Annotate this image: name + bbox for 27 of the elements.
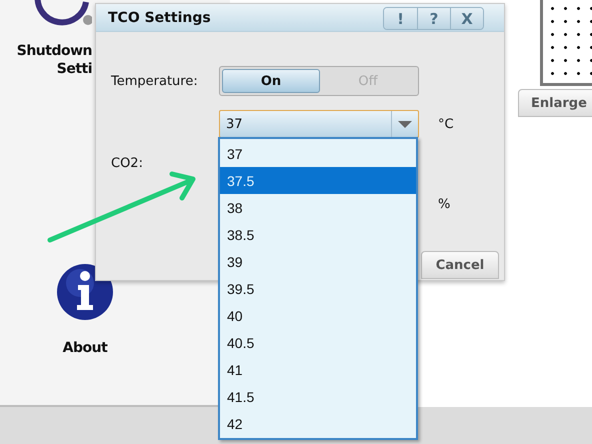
co2-label: CO2: <box>111 156 144 170</box>
tool-label[interactable]: About <box>62 339 108 357</box>
info-icon <box>56 263 114 321</box>
dropdown-item[interactable]: 37 <box>220 140 416 168</box>
tool-label[interactable]: Shutdown <box>16 42 92 60</box>
temperature-label: Temperature: <box>111 74 199 88</box>
dialog-title: TCO Settings <box>108 10 211 26</box>
tool-label[interactable]: Setti <box>56 60 92 78</box>
dropdown-item[interactable]: 38 <box>220 194 416 222</box>
dropdown-item[interactable]: 41.5 <box>220 384 416 411</box>
dropdown-item[interactable]: 37.5 <box>220 167 416 194</box>
dropdown-item[interactable]: 38.5 <box>220 221 416 248</box>
title-bar-button[interactable]: ! <box>384 8 417 29</box>
title-bar-button[interactable]: X <box>450 8 483 29</box>
unit-label: % <box>437 196 452 212</box>
power-ring-icon <box>34 0 92 26</box>
unit-label: °C <box>437 116 455 132</box>
dropdown-item[interactable]: 40.5 <box>220 330 416 357</box>
toggle-option[interactable]: On <box>222 69 320 93</box>
temperature-combo[interactable]: 37 <box>219 110 419 138</box>
title-bar-button[interactable]: ? <box>417 8 450 29</box>
dropdown-item[interactable]: 39 <box>220 248 416 276</box>
cancel-button[interactable]: Cancel <box>421 251 499 279</box>
dropdown-item[interactable]: 39.5 <box>220 275 416 303</box>
enlarge-button[interactable]: Enlarge <box>518 89 592 117</box>
dropdown-item[interactable]: 41 <box>220 356 416 384</box>
dropdown-item[interactable]: 40 <box>220 302 416 330</box>
